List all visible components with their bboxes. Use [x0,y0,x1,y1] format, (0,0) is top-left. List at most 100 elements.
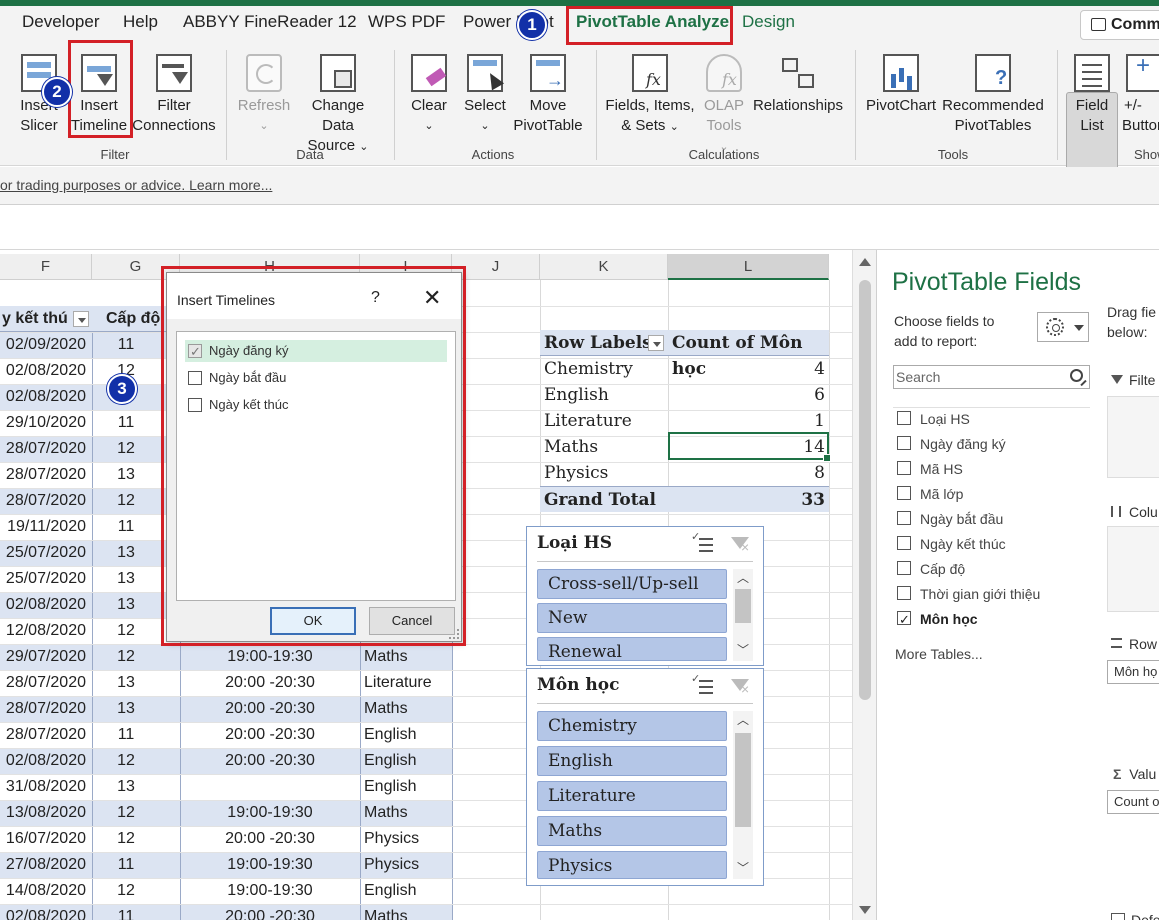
column-header-j[interactable]: J [452,254,540,280]
cell-i[interactable]: Physics [362,852,452,878]
resize-grip-icon[interactable] [449,629,459,639]
cell-i[interactable]: English [362,878,452,904]
pivot-field-item[interactable]: Ngày kết thúc [895,533,1006,555]
insert-timeline-button[interactable]: Insert Timeline [70,54,128,136]
checkbox[interactable] [897,511,911,525]
cell-f[interactable]: 13/08/2020 [2,800,90,826]
checkbox[interactable] [897,411,911,425]
pane-settings-button[interactable] [1037,312,1089,342]
column-header-k[interactable]: K [540,254,668,280]
cell-h[interactable]: 19:00-19:30 [180,800,360,826]
scroll-up-icon[interactable]: ︿ [733,711,753,729]
slicer-scrollbar[interactable]: ︿ ﹀ [733,569,753,661]
scroll-up-icon[interactable] [859,258,871,266]
field-search-input[interactable]: Search [893,365,1090,389]
cell-h[interactable]: 19:00-19:30 [180,878,360,904]
pivot-field-item[interactable]: Mã lớp [895,483,963,505]
clear-button[interactable]: Clear ⌄ [406,54,452,136]
move-pivottable-button[interactable]: Move PivotTable [512,54,584,136]
cell-f[interactable]: 19/11/2020 [2,514,90,540]
checkbox[interactable] [897,486,911,500]
scroll-down-icon[interactable] [859,906,871,914]
cell-g[interactable]: 12 [92,826,180,852]
slicer-loai-hs[interactable]: Loại HS Cross-sell/Up-sell New Renewal ︿… [526,526,764,666]
timeline-field-ngay-dang-ky[interactable]: Ngày đăng ký [185,340,447,363]
cell-g[interactable]: 13 [92,670,180,696]
pivot-row-label[interactable]: Physics [540,460,668,486]
checkbox[interactable] [897,436,911,450]
pivot-row-value[interactable]: 4 [668,356,829,382]
multi-select-icon[interactable] [691,533,713,553]
pivot-row-label[interactable]: Maths [540,434,668,460]
defer-checkbox[interactable] [1111,913,1125,920]
cell-f[interactable]: 29/07/2020 [2,644,90,670]
scroll-down-icon[interactable]: ﹀ [733,641,753,659]
cell-g[interactable]: 12 [92,644,180,670]
scroll-down-icon[interactable]: ﹀ [733,859,753,877]
comments-button[interactable]: Comments [1080,10,1159,40]
slicer-item-new[interactable]: New [537,603,727,633]
cell-g[interactable]: 11 [92,904,180,920]
checkbox-checked[interactable] [188,341,202,363]
cancel-button[interactable]: Cancel [369,607,455,635]
clear-filter-icon[interactable] [729,677,751,697]
cell-f[interactable]: 14/08/2020 [2,878,90,904]
cell-f[interactable]: 16/07/2020 [2,826,90,852]
cell-i[interactable]: English [362,774,452,800]
slicer-scrollbar[interactable]: ︿ ﹀ [733,711,753,879]
cell-i[interactable]: Maths [362,644,452,670]
pivotchart-button[interactable]: PivotChart [864,54,938,116]
timeline-field-ngay-bat-dau[interactable]: Ngày bắt đầu [185,367,447,389]
cell-h[interactable]: 20:00 -20:30 [180,722,360,748]
cell-h[interactable]: 20:00 -20:30 [180,748,360,774]
cell-f[interactable]: 02/08/2020 [2,358,90,384]
multi-select-icon[interactable] [691,675,713,695]
cell-f[interactable]: 27/08/2020 [2,852,90,878]
cell-f[interactable]: 02/08/2020 [2,384,90,410]
column-header-f[interactable]: F [0,254,92,280]
change-data-source-button[interactable]: Change Data Source ⌄ [294,54,382,157]
checkbox[interactable] [897,536,911,550]
checkbox-checked[interactable] [897,609,911,631]
slicer-item-renewal[interactable]: Renewal [537,637,727,661]
slicer-item[interactable]: Maths [537,816,727,846]
pivot-row-label[interactable]: Chemistry [540,356,668,382]
tab-design[interactable]: Design [742,12,795,32]
slicer-mon-hoc[interactable]: Môn học Chemistry English Literature Maths P… [526,668,764,886]
tab-abbyy[interactable]: ABBYY FineReader 12 [183,12,357,32]
cell-g[interactable]: 11 [92,722,180,748]
pivot-field-item[interactable]: Ngày đăng ký [895,433,1006,455]
cell-g[interactable]: 12 [92,800,180,826]
columns-drop-area[interactable] [1107,526,1159,612]
filter-dropdown-end-date[interactable] [73,311,89,327]
cell-g[interactable]: 12 [92,748,180,774]
values-field-chip[interactable]: Count o [1107,790,1159,814]
cell-i[interactable]: Maths [362,800,452,826]
checkbox[interactable] [897,586,911,600]
pivot-row-label[interactable]: Literature [540,408,668,434]
timeline-field-ngay-ket-thuc[interactable]: Ngày kết thúc [185,394,447,416]
olap-tools-button[interactable]: OLAP Tools ⌄ [700,54,748,157]
slicer-item-cross-sell[interactable]: Cross-sell/Up-sell [537,569,727,599]
tab-developer[interactable]: Developer [22,12,100,32]
cell-i[interactable]: English [362,722,452,748]
pivot-field-item[interactable]: Thời gian giới thiệu [895,583,1040,605]
relationships-button[interactable]: Relationships [752,54,844,116]
pivot-field-item[interactable]: Mã HS [895,458,963,480]
cell-g[interactable]: 13 [92,696,180,722]
slicer-item[interactable]: English [537,746,727,776]
cell-f[interactable]: 02/08/2020 [2,904,90,920]
cell-h[interactable]: 20:00 -20:30 [180,696,360,722]
cell-f[interactable]: 02/08/2020 [2,592,90,618]
field-list-button[interactable]: Field List [1068,54,1116,136]
ok-button[interactable]: OK [270,607,356,635]
pivot-row-value[interactable]: 8 [668,460,829,486]
cell-h[interactable]: 20:00 -20:30 [180,826,360,852]
refresh-button[interactable]: Refresh ⌄ [236,54,292,136]
cell-g[interactable]: 12 [92,878,180,904]
cell-h[interactable]: 19:00-19:30 [180,852,360,878]
pivot-row-labels-filter[interactable] [648,335,664,351]
cell-i[interactable]: Literature [362,670,452,696]
checkbox[interactable] [188,398,202,412]
pivot-field-item[interactable]: Loại HS [895,408,970,430]
